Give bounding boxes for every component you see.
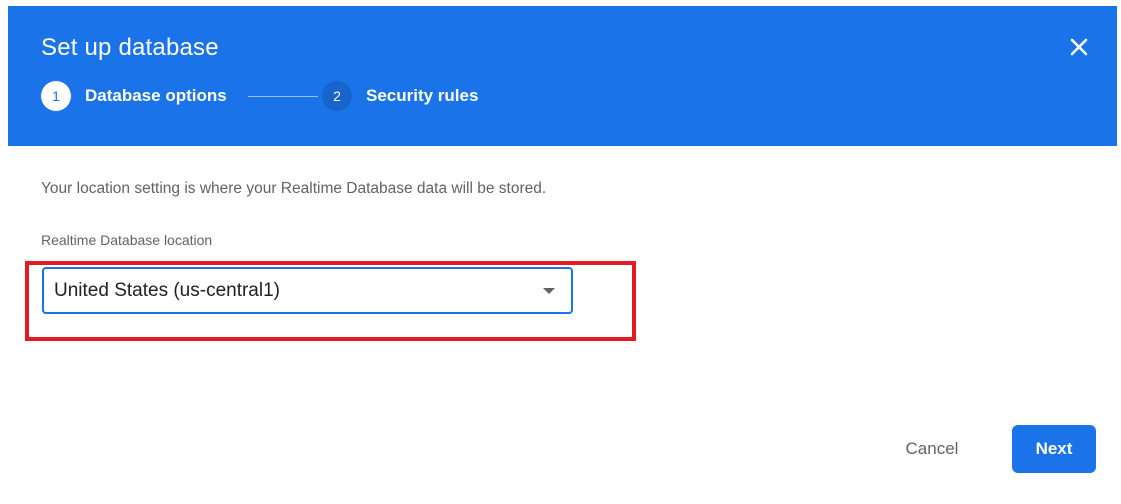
step-connector	[248, 96, 318, 97]
step-number-badge: 2	[322, 81, 352, 111]
step-security-rules: 2 Security rules	[322, 81, 478, 111]
location-select-value: United States (us-central1)	[54, 279, 280, 301]
cancel-button[interactable]: Cancel	[884, 425, 980, 473]
close-button[interactable]	[1064, 32, 1094, 62]
close-icon	[1070, 38, 1088, 56]
step-number-badge: 1	[41, 81, 71, 111]
step-label: Database options	[85, 86, 227, 105]
setup-database-dialog: Set up database 1 Database options 2 Sec…	[8, 6, 1117, 502]
location-select[interactable]: United States (us-central1)	[42, 267, 573, 314]
step-label: Security rules	[366, 86, 479, 105]
next-button[interactable]: Next	[1012, 425, 1096, 473]
location-description: Your location setting is where your Real…	[41, 180, 547, 197]
step-database-options: 1 Database options	[41, 81, 227, 111]
location-field-label: Realtime Database location	[41, 232, 213, 248]
dialog-title: Set up database	[41, 34, 219, 61]
dialog-header: Set up database 1 Database options 2 Sec…	[8, 6, 1117, 146]
dropdown-arrow-icon	[543, 288, 555, 294]
